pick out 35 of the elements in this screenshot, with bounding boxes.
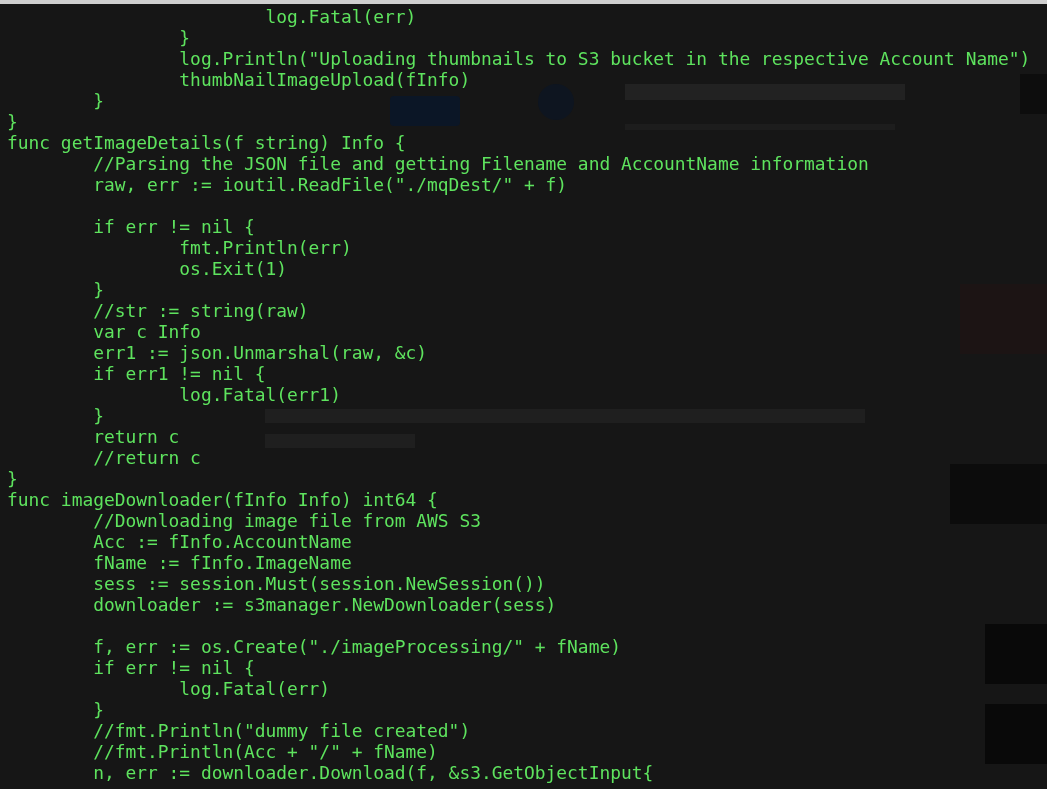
code-line: }: [92, 699, 104, 720]
code-line: thumbNailImageUpload(fInfo): [178, 69, 471, 90]
code-line: err1 := json.Unmarshal(raw, &c): [92, 342, 428, 363]
code-line: if err1 != nil {: [92, 363, 266, 384]
code-line: func imageDownloader(fInfo Info) int64 {: [7, 489, 438, 510]
code-line: fmt.Println(err): [178, 237, 352, 258]
code-line: //fmt.Println(Acc + "/" + fName): [92, 741, 438, 762]
code-line: //str := string(raw): [92, 300, 309, 321]
code-line: //fmt.Println("dummy file created"): [92, 720, 471, 741]
code-line: f, err := os.Create("./imageProcessing/" + fName): [92, 636, 621, 657]
code-line: if err != nil {: [92, 657, 255, 678]
code-line: Acc := fInfo.AccountName: [92, 531, 352, 552]
code-line: //Downloading image file from AWS S3: [92, 510, 481, 531]
code-line: if err != nil {: [92, 216, 255, 237]
code-line: log.Fatal(err1): [178, 384, 341, 405]
code-line: }: [178, 27, 191, 48]
code-line: }: [7, 111, 18, 132]
code-line: raw, err := ioutil.ReadFile("./mqDest/" + f): [92, 174, 568, 195]
code-line: os.Exit(1): [178, 258, 288, 279]
code-line: }: [92, 405, 104, 426]
code-line: n, err := downloader.Download(f, &s3.GetObjectInput{: [92, 762, 654, 783]
code-line: }: [92, 279, 104, 300]
code-line: fName := fInfo.ImageName: [92, 552, 352, 573]
code-line: //Parsing the JSON file and getting Filename and AccountName information: [92, 153, 869, 174]
code-line: //return c: [92, 447, 201, 468]
code-line: }: [92, 90, 104, 111]
code-line: func getImageDetails(f string) Info {: [7, 132, 406, 153]
code-line: return c: [92, 426, 180, 447]
code-line: log.Println("Uploading thumbnails to S3 bucket in the respective Account Name"): [178, 48, 1031, 69]
code-line: var c Info: [92, 321, 201, 342]
code-line: log.Fatal(err): [264, 6, 417, 27]
code-line: downloader := s3manager.NewDownloader(sess): [92, 594, 557, 615]
code-line: sess := session.Must(session.NewSession()): [92, 573, 546, 594]
code-line: }: [7, 468, 18, 489]
code-line: log.Fatal(err): [178, 678, 331, 699]
